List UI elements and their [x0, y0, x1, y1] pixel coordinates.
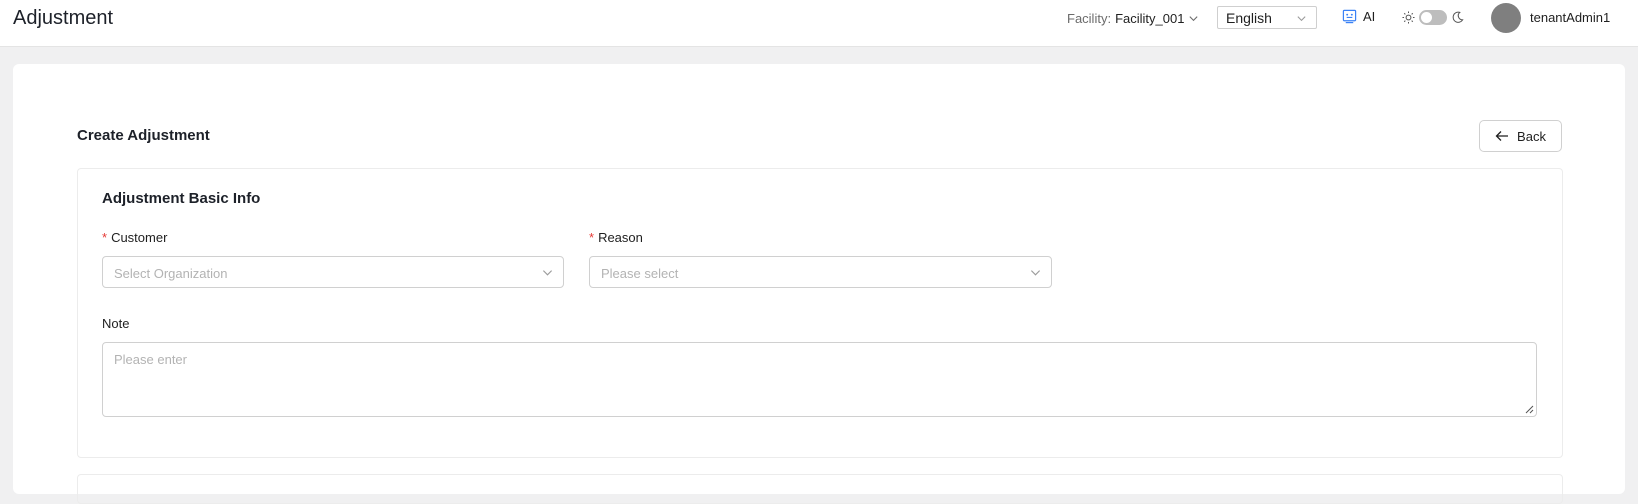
note-textarea[interactable]: Please enter	[102, 342, 1537, 417]
chevron-down-icon	[1030, 270, 1041, 276]
section-title: Adjustment Basic Info	[102, 190, 261, 207]
reason-label-text: Reason	[598, 230, 643, 245]
reason-select[interactable]: Please select	[589, 256, 1052, 288]
back-button-label: Back	[1517, 128, 1546, 144]
note-placeholder: Please enter	[114, 352, 187, 367]
facility-value: Facility_001	[1115, 11, 1185, 26]
chevron-down-icon	[1189, 16, 1198, 22]
next-section	[77, 474, 1563, 504]
top-bar: Adjustment Facility: Facility_001 Englis…	[0, 0, 1638, 47]
avatar[interactable]	[1491, 3, 1521, 33]
customer-select[interactable]: Select Organization	[102, 256, 564, 288]
ai-assistant-button[interactable]: AI	[1342, 9, 1375, 24]
language-select[interactable]: English	[1217, 6, 1317, 29]
moon-icon	[1452, 11, 1464, 23]
theme-toggle-group	[1402, 10, 1464, 25]
customer-label-text: Customer	[111, 230, 168, 245]
required-mark: *	[102, 230, 108, 245]
username[interactable]: tenantAdmin1	[1530, 10, 1610, 25]
note-label: Note	[102, 316, 130, 331]
arrow-left-icon	[1495, 131, 1509, 141]
theme-switch[interactable]	[1419, 10, 1447, 25]
chevron-down-icon	[542, 270, 553, 276]
required-mark: *	[589, 230, 595, 245]
ai-label: AI	[1363, 9, 1376, 24]
robot-icon	[1342, 9, 1357, 24]
page-title: Create Adjustment	[77, 127, 210, 144]
theme-switch-knob	[1421, 12, 1432, 23]
chevron-down-icon	[1297, 16, 1306, 22]
facility-label: Facility:	[1067, 11, 1112, 26]
page-header-title: Adjustment	[13, 7, 114, 29]
sun-icon	[1402, 11, 1415, 24]
reason-label: * Reason	[589, 230, 643, 245]
resize-handle-icon[interactable]	[1524, 404, 1534, 414]
language-value: English	[1226, 10, 1272, 26]
facility-selector[interactable]: Facility: Facility_001	[1067, 11, 1199, 26]
back-button[interactable]: Back	[1479, 120, 1562, 152]
reason-placeholder: Please select	[601, 266, 679, 281]
customer-placeholder: Select Organization	[114, 266, 228, 281]
customer-label: * Customer	[102, 230, 167, 245]
